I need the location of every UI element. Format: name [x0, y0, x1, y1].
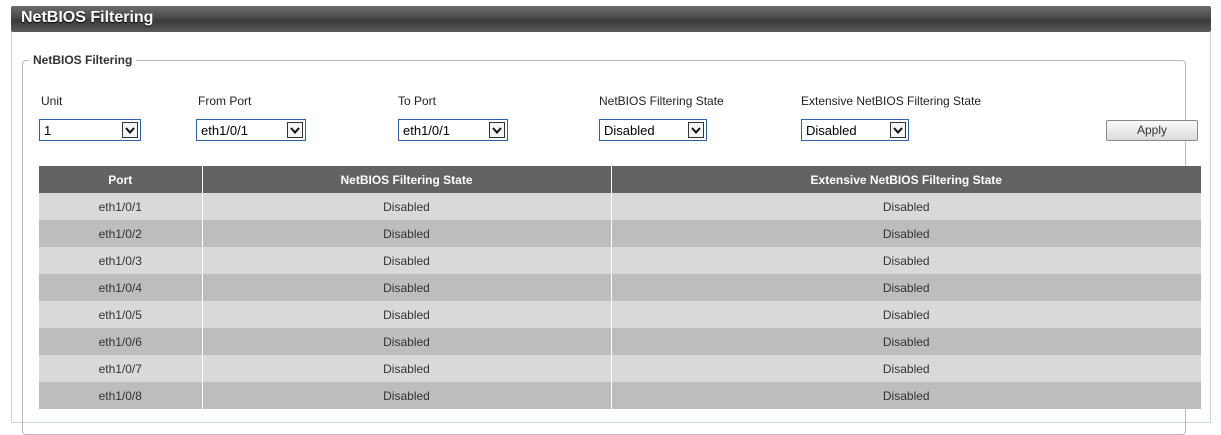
chevron-down-icon[interactable] — [122, 122, 138, 138]
cell-netbios-state: Disabled — [202, 301, 612, 328]
cell-port: eth1/0/3 — [39, 247, 203, 274]
cell-ext-netbios-state: Disabled — [611, 247, 1201, 274]
cell-port: eth1/0/6 — [39, 328, 203, 355]
header-netbios-state: NetBIOS Filtering State — [202, 166, 612, 193]
page-title: NetBIOS Filtering — [21, 9, 154, 26]
table-row: eth1/0/7 Disabled Disabled — [39, 355, 1201, 382]
table-row: eth1/0/6 Disabled Disabled — [39, 328, 1201, 355]
header-port: Port — [39, 166, 203, 193]
cell-ext-netbios-state: Disabled — [611, 274, 1201, 301]
from-port-select-value: eth1/0/1 — [201, 123, 248, 138]
netbios-state-select[interactable]: Disabled — [599, 119, 707, 141]
to-port-label: To Port — [398, 94, 437, 108]
table-row: eth1/0/8 Disabled Disabled — [39, 382, 1201, 409]
cell-ext-netbios-state: Disabled — [611, 382, 1201, 409]
chevron-down-icon[interactable] — [287, 122, 303, 138]
cell-ext-netbios-state: Disabled — [611, 328, 1201, 355]
ext-netbios-state-select-value: Disabled — [806, 123, 857, 138]
cell-netbios-state: Disabled — [202, 382, 612, 409]
chevron-down-icon[interactable] — [688, 122, 704, 138]
unit-label: Unit — [41, 94, 63, 108]
cell-netbios-state: Disabled — [202, 355, 612, 382]
group-legend: NetBIOS Filtering — [33, 53, 133, 67]
netbios-state-label: NetBIOS Filtering State — [599, 94, 724, 108]
cell-port: eth1/0/4 — [39, 274, 203, 301]
unit-select-value: 1 — [44, 123, 52, 138]
netbios-table: Port NetBIOS Filtering State Extensive N… — [39, 166, 1201, 409]
to-port-select-value: eth1/0/1 — [403, 123, 450, 138]
from-port-label: From Port — [198, 94, 252, 108]
netbios-state-select-value: Disabled — [604, 123, 655, 138]
ext-netbios-state-select[interactable]: Disabled — [801, 119, 909, 141]
table-row: eth1/0/3 Disabled Disabled — [39, 247, 1201, 274]
cell-ext-netbios-state: Disabled — [611, 355, 1201, 382]
cell-ext-netbios-state: Disabled — [611, 301, 1201, 328]
cell-port: eth1/0/7 — [39, 355, 203, 382]
unit-select[interactable]: 1 — [39, 119, 141, 141]
table-row: eth1/0/2 Disabled Disabled — [39, 220, 1201, 247]
table-row: eth1/0/1 Disabled Disabled — [39, 193, 1201, 220]
page-title-bar: NetBIOS Filtering — [11, 6, 1211, 32]
cell-port: eth1/0/2 — [39, 220, 203, 247]
table-header-row: Port NetBIOS Filtering State Extensive N… — [39, 166, 1201, 193]
cell-netbios-state: Disabled — [202, 247, 612, 274]
cell-ext-netbios-state: Disabled — [611, 193, 1201, 220]
cell-port: eth1/0/1 — [39, 193, 203, 220]
cell-netbios-state: Disabled — [202, 220, 612, 247]
apply-button[interactable]: Apply — [1106, 120, 1198, 141]
cell-port: eth1/0/5 — [39, 301, 203, 328]
from-port-select[interactable]: eth1/0/1 — [196, 119, 306, 141]
table-row: eth1/0/4 Disabled Disabled — [39, 274, 1201, 301]
header-ext-netbios-state: Extensive NetBIOS Filtering State — [611, 166, 1201, 193]
cell-ext-netbios-state: Disabled — [611, 220, 1201, 247]
table-row: eth1/0/5 Disabled Disabled — [39, 301, 1201, 328]
cell-netbios-state: Disabled — [202, 193, 612, 220]
to-port-select[interactable]: eth1/0/1 — [398, 119, 508, 141]
chevron-down-icon[interactable] — [890, 122, 906, 138]
cell-port: eth1/0/8 — [39, 382, 203, 409]
cell-netbios-state: Disabled — [202, 274, 612, 301]
ext-netbios-state-label: Extensive NetBIOS Filtering State — [801, 94, 982, 108]
cell-netbios-state: Disabled — [202, 328, 612, 355]
chevron-down-icon[interactable] — [489, 122, 505, 138]
